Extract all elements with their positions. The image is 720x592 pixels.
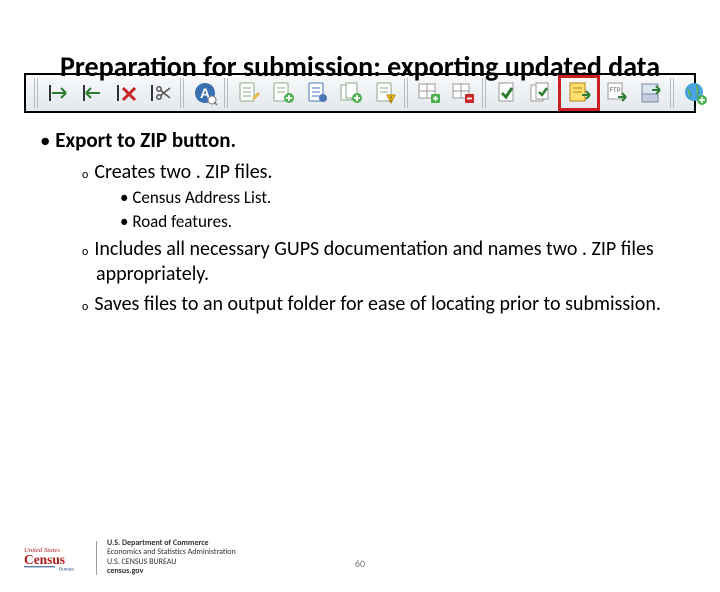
slide: Preparation for submission: exporting up… (0, 52, 720, 592)
content-body: Export to ZIP button. oCreates two . ZIP… (24, 127, 696, 318)
sub-bullet-saves: oSaves files to an output folder for eas… (82, 292, 696, 318)
svg-text:!: ! (390, 94, 392, 103)
form-pencil-icon[interactable] (234, 78, 264, 108)
disk-arrow-icon[interactable] (636, 78, 666, 108)
sub2-census-address: Census Address List. (120, 187, 696, 209)
toolbar-separator (34, 78, 40, 108)
bullet-export-zip: Export to ZIP button. (40, 127, 696, 154)
page-number: 60 (355, 557, 365, 570)
form-warning-icon[interactable]: ! (370, 78, 400, 108)
export-zip-highlight (558, 75, 600, 111)
svg-text:Census: Census (24, 552, 65, 567)
svg-text:FTP: FTP (609, 88, 620, 94)
export-zip-yellow-icon[interactable] (564, 78, 594, 108)
globe-plus-icon[interactable] (680, 78, 710, 108)
census-logo: United States Census Bureau (24, 542, 86, 574)
grid-delete-icon[interactable] (448, 78, 478, 108)
find-address-a-icon[interactable]: A (190, 78, 220, 108)
footer-divider (96, 541, 97, 575)
form-blue-icon[interactable] (302, 78, 332, 108)
multi-form-green-icon[interactable] (336, 78, 366, 108)
toolbar: A ! (24, 73, 696, 113)
footer: United States Census Bureau U.S. Departm… (24, 539, 236, 576)
doc-check-green-icon[interactable] (492, 78, 522, 108)
ftp-arrow-icon[interactable]: FTP (602, 78, 632, 108)
scissors-cut-icon[interactable] (146, 78, 176, 108)
toolbar-container: A ! (24, 73, 696, 113)
insert-arrow-left-icon[interactable] (78, 78, 108, 108)
sub-bullet-includes: oIncludes all necessary GUPS documentati… (82, 237, 696, 288)
dept-text: U.S. Department of Commerce Economics an… (107, 539, 236, 576)
toolbar-separator (404, 78, 410, 108)
svg-text:Bureau: Bureau (59, 566, 74, 571)
toolbar-separator (670, 78, 676, 108)
insert-arrow-right-icon[interactable] (44, 78, 74, 108)
sub2-road-features: Road features. (120, 211, 696, 233)
form-plus-icon[interactable] (268, 78, 298, 108)
toolbar-separator (482, 78, 488, 108)
toolbar-separator (180, 78, 186, 108)
sub-bullet-creates: oCreates two . ZIP files. (82, 160, 696, 186)
grid-plus-icon[interactable] (414, 78, 444, 108)
multi-doc-check-icon[interactable] (526, 78, 556, 108)
toolbar-separator (224, 78, 230, 108)
delete-red-x-icon[interactable] (112, 78, 142, 108)
